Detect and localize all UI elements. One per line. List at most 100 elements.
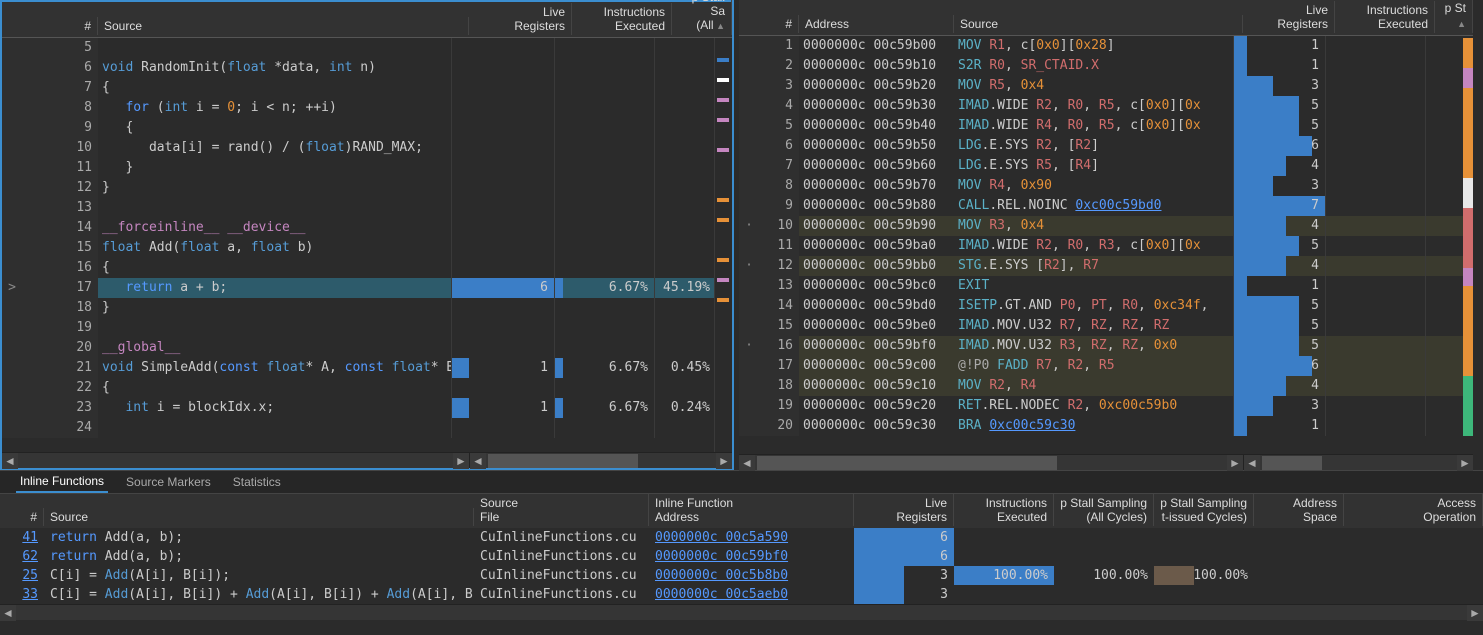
scroll-right-icon[interactable]: ► — [1467, 605, 1483, 621]
disasm-row[interactable]: 60000000c 00c59b50LDG.E.SYS R2, [R2]6 — [739, 136, 1463, 156]
overview-strip[interactable] — [1463, 36, 1473, 454]
col-instructions-executed[interactable]: Instructions Executed — [572, 3, 672, 35]
disasm-row[interactable]: 10000000c 00c59b00MOV R1, c[0x0][0x28]1 — [739, 36, 1463, 56]
row-number-link[interactable]: 41 — [0, 528, 44, 547]
scroll-thumb[interactable] — [488, 454, 638, 468]
disasm-row[interactable]: 180000000c 00c59c10MOV R2, R44 — [739, 376, 1463, 396]
col-inline-address[interactable]: Inline Function Address — [649, 494, 854, 526]
scroll-left-icon[interactable]: ◄ — [470, 453, 486, 469]
source-row[interactable]: 19 — [2, 318, 714, 338]
row-address-link[interactable]: 0000000c 00c5b8b0 — [649, 566, 854, 585]
col-access-operation[interactable]: Access Operation — [1344, 494, 1483, 526]
disasm-row[interactable]: 110000000c 00c59ba0IMAD.WIDE R2, R0, R3,… — [739, 236, 1463, 256]
tab-inline-functions[interactable]: Inline Functions — [16, 471, 108, 493]
col-instructions-executed[interactable]: Instructions Executed — [954, 494, 1054, 526]
col-source-file[interactable]: Source File — [474, 494, 649, 526]
source-rows[interactable]: 56void RandomInit(float *data, int n)7{8… — [2, 38, 714, 452]
source-row[interactable]: >17 return a + b;66.67%45.19% — [2, 278, 714, 298]
row-number-link[interactable]: 62 — [0, 547, 44, 566]
row-address-link[interactable]: 0000000c 00c59bf0 — [649, 547, 854, 566]
disasm-row[interactable]: ·160000000c 00c59bf0IMAD.MOV.U32 R3, RZ,… — [739, 336, 1463, 356]
source-row[interactable]: 21void SimpleAdd(const float* A, const f… — [2, 358, 714, 378]
col-linenum[interactable]: # — [2, 17, 98, 35]
scrollbar-h-source[interactable]: ◄ ► — [2, 452, 469, 468]
col-stall[interactable]: p St — [1435, 0, 1473, 33]
col-address-space[interactable]: Address Space — [1254, 494, 1344, 526]
source-row[interactable]: 14__forceinline__ __device__ — [2, 218, 714, 238]
minimap[interactable] — [714, 38, 732, 452]
source-row[interactable]: 7{ — [2, 78, 714, 98]
source-row[interactable]: 9 { — [2, 118, 714, 138]
source-row[interactable]: 18} — [2, 298, 714, 318]
source-row[interactable]: 13 — [2, 198, 714, 218]
disasm-row[interactable]: 70000000c 00c59b60LDG.E.SYS R5, [R4]4 — [739, 156, 1463, 176]
row-address-link[interactable]: 0000000c 00c5aeb0 — [649, 585, 854, 604]
disasm-row[interactable]: 140000000c 00c59bd0ISETP.GT.AND P0, PT, … — [739, 296, 1463, 316]
scroll-thumb[interactable] — [757, 456, 1057, 470]
col-stall[interactable]: p Stall Sa (All — [672, 0, 732, 35]
disasm-row[interactable]: ·120000000c 00c59bb0STG.E.SYS [R2], R74 — [739, 256, 1463, 276]
source-row[interactable]: 16{ — [2, 258, 714, 278]
scroll-right-icon[interactable]: ► — [453, 453, 469, 469]
stall-cell — [654, 298, 714, 318]
scroll-left-icon[interactable]: ◄ — [1244, 455, 1260, 471]
source-row[interactable]: 6void RandomInit(float *data, int n) — [2, 58, 714, 78]
col-live-registers[interactable]: Live Registers — [469, 3, 572, 35]
tab-source-markers[interactable]: Source Markers — [122, 472, 215, 492]
scrollbar-h-metrics[interactable]: ◄ ► — [1243, 454, 1473, 470]
row-number-link[interactable]: 33 — [0, 585, 44, 604]
col-address[interactable]: Address — [799, 15, 954, 33]
scroll-right-icon[interactable]: ► — [1227, 455, 1243, 471]
disasm-row[interactable]: 200000000c 00c59c30BRA 0xc00c59c301 — [739, 416, 1463, 436]
disasm-row[interactable]: 150000000c 00c59be0IMAD.MOV.U32 R7, RZ, … — [739, 316, 1463, 336]
scroll-left-icon[interactable]: ◄ — [0, 605, 16, 621]
source-row[interactable]: 23 int i = blockIdx.x;16.67%0.24% — [2, 398, 714, 418]
inline-functions-rows[interactable]: 41return Add(a, b);CuInlineFunctions.cu0… — [0, 528, 1483, 604]
col-stall-issued[interactable]: p Stall Sampling t-issued Cycles) — [1154, 494, 1254, 526]
scroll-right-icon[interactable]: ► — [716, 453, 732, 469]
tab-statistics[interactable]: Statistics — [229, 472, 285, 492]
inline-function-row[interactable]: 33C[i] = Add(A[i], B[i]) + Add(A[i], B[i… — [0, 585, 1483, 604]
col-instructions-executed[interactable]: Instructions Executed — [1335, 1, 1435, 33]
source-row[interactable]: 24 — [2, 418, 714, 438]
disasm-row[interactable]: 50000000c 00c59b40IMAD.WIDE R4, R0, R5, … — [739, 116, 1463, 136]
source-row[interactable]: 5 — [2, 38, 714, 58]
disasm-row[interactable]: 90000000c 00c59b80CALL.REL.NOINC 0xc00c5… — [739, 196, 1463, 216]
disasm-row[interactable]: 130000000c 00c59bc0EXIT1 — [739, 276, 1463, 296]
scroll-left-icon[interactable]: ◄ — [739, 455, 755, 471]
inline-function-row[interactable]: 41return Add(a, b);CuInlineFunctions.cu0… — [0, 528, 1483, 547]
disasm-row[interactable]: 40000000c 00c59b30IMAD.WIDE R2, R0, R5, … — [739, 96, 1463, 116]
row-address-link[interactable]: 0000000c 00c5a590 — [649, 528, 854, 547]
row-number-link[interactable]: 25 — [0, 566, 44, 585]
scrollbar-h-metrics[interactable]: ◄ ► — [469, 452, 732, 468]
scrollbar-h-bottom[interactable]: ◄ ► — [0, 604, 1483, 620]
disasm-row[interactable]: 190000000c 00c59c20RET.REL.NODEC R2, 0xc… — [739, 396, 1463, 416]
col-live-registers[interactable]: Live Registers — [854, 494, 954, 526]
source-row[interactable]: 8 for (int i = 0; i < n; ++i) — [2, 98, 714, 118]
scrollbar-h-disasm[interactable]: ◄ ► — [739, 454, 1243, 470]
source-row[interactable]: 11 } — [2, 158, 714, 178]
col-source[interactable]: Source — [954, 15, 1243, 33]
source-row[interactable]: 22{ — [2, 378, 714, 398]
disasm-row[interactable]: 170000000c 00c59c00@!P0 FADD R7, R2, R56 — [739, 356, 1463, 376]
source-row[interactable]: 12} — [2, 178, 714, 198]
scroll-right-icon[interactable]: ► — [1457, 455, 1473, 471]
inline-function-row[interactable]: 25C[i] = Add(A[i], B[i]);CuInlineFunctio… — [0, 566, 1483, 585]
col-num[interactable]: # — [0, 508, 44, 526]
scroll-left-icon[interactable]: ◄ — [2, 453, 18, 469]
disasm-row[interactable]: ·100000000c 00c59b90MOV R3, 0x44 — [739, 216, 1463, 236]
disasm-row[interactable]: 20000000c 00c59b10S2R R0, SR_CTAID.X1 — [739, 56, 1463, 76]
disasm-row[interactable]: 80000000c 00c59b70MOV R4, 0x903 — [739, 176, 1463, 196]
col-source[interactable]: Source — [44, 508, 474, 526]
disasm-row[interactable]: 30000000c 00c59b20MOV R5, 0x43 — [739, 76, 1463, 96]
disasm-rows[interactable]: 10000000c 00c59b00MOV R1, c[0x0][0x28]12… — [739, 36, 1463, 454]
source-row[interactable]: 10 data[i] = rand() / (float)RAND_MAX; — [2, 138, 714, 158]
col-num[interactable]: # — [739, 15, 799, 33]
col-stall-all[interactable]: p Stall Sampling (All Cycles) — [1054, 494, 1154, 526]
source-row[interactable]: 20__global__ — [2, 338, 714, 358]
inline-function-row[interactable]: 62return Add(a, b);CuInlineFunctions.cu0… — [0, 547, 1483, 566]
source-row[interactable]: 15float Add(float a, float b) — [2, 238, 714, 258]
scroll-thumb[interactable] — [1262, 456, 1322, 470]
col-live-registers[interactable]: Live Registers — [1243, 1, 1335, 33]
col-source[interactable]: Source — [98, 17, 469, 35]
